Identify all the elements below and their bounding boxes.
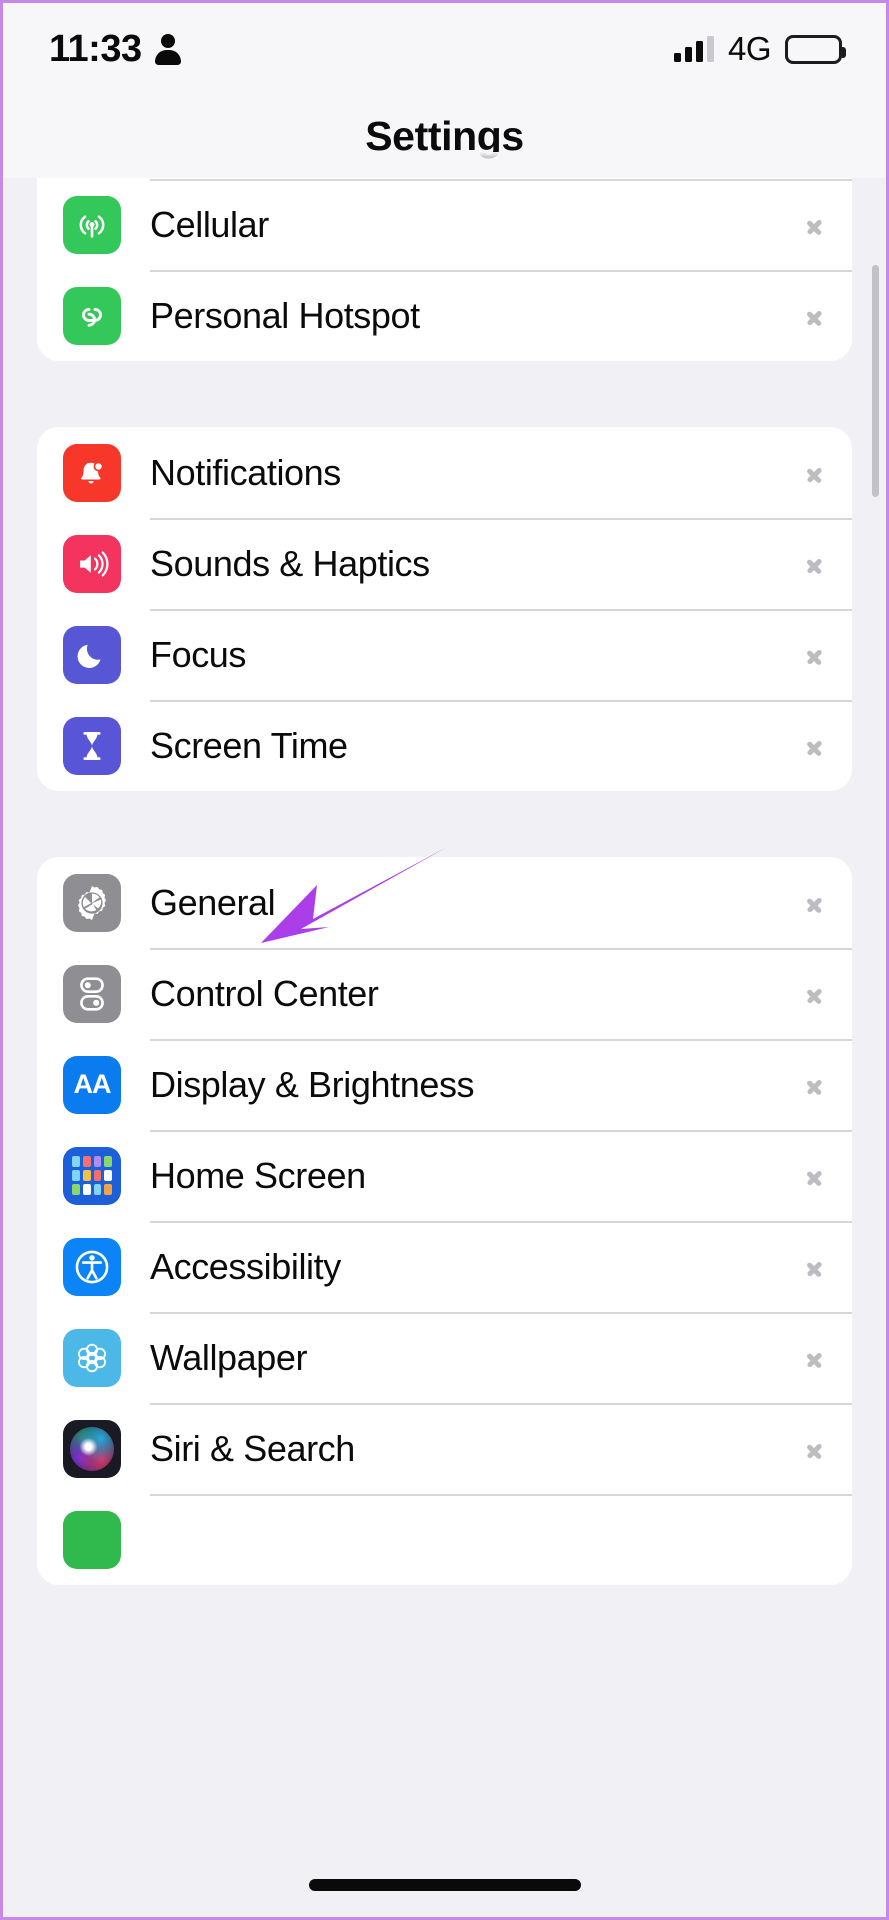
status-bar-clock: 11:33 bbox=[49, 28, 142, 70]
status-bar-right: 4G bbox=[673, 30, 846, 68]
settings-row-general[interactable]: General bbox=[37, 857, 852, 948]
app-grid-cell bbox=[104, 1169, 112, 1182]
settings-row-label: Personal Hotspot bbox=[150, 294, 420, 336]
settings-row-sounds-haptics[interactable]: Sounds & Haptics bbox=[37, 518, 852, 609]
settings-row-screen-time[interactable]: Screen Time bbox=[37, 700, 852, 791]
chevron-right-icon bbox=[806, 459, 822, 487]
control-center-icon bbox=[63, 964, 121, 1023]
chevron-right-icon bbox=[806, 550, 822, 578]
cellular-signal-icon bbox=[673, 36, 714, 62]
chevron-right-icon bbox=[806, 641, 822, 669]
settings-row-personal-hotspot[interactable]: Personal Hotspot bbox=[37, 270, 852, 361]
home-indicator bbox=[308, 1879, 581, 1891]
chevron-right-icon bbox=[806, 1435, 822, 1463]
app-grid-cell bbox=[93, 1184, 102, 1196]
settings-row-display-brightness[interactable]: AA Display & Brightness bbox=[37, 1039, 852, 1130]
settings-row-wallpaper[interactable]: Wallpaper bbox=[37, 1312, 852, 1403]
settings-row-label: Sounds & Haptics bbox=[150, 542, 430, 584]
chevron-right-icon bbox=[806, 302, 822, 330]
gear-icon bbox=[63, 873, 121, 932]
app-grid-cell bbox=[72, 1169, 80, 1182]
settings-row-label: Screen Time bbox=[150, 724, 348, 766]
settings-group-alerts: Notifications Sounds & Haptics Focus Scr… bbox=[37, 427, 852, 791]
chevron-right-icon bbox=[806, 889, 822, 917]
settings-row-home-screen[interactable]: Home Screen bbox=[37, 1130, 852, 1221]
app-grid-glyph bbox=[70, 1154, 114, 1198]
app-grid-cell bbox=[72, 1155, 80, 1167]
siri-orb-glyph bbox=[70, 1426, 114, 1471]
app-grid-cell bbox=[82, 1184, 91, 1196]
settings-row-notifications[interactable]: Notifications bbox=[37, 427, 852, 518]
iphone-settings-screen: 11:33 4G Settings Bluetooth Not Connect bbox=[0, 0, 889, 1920]
moon-icon bbox=[63, 625, 121, 684]
settings-row-label: Wallpaper bbox=[150, 1336, 308, 1378]
next-app-icon bbox=[63, 1510, 121, 1569]
settings-row-focus[interactable]: Focus bbox=[37, 609, 852, 700]
app-grid-cell bbox=[72, 1184, 80, 1196]
notifications-bell-icon bbox=[63, 443, 121, 502]
accessibility-icon bbox=[63, 1237, 121, 1296]
page-title: Settings bbox=[365, 113, 524, 159]
hourglass-icon bbox=[63, 716, 121, 775]
settings-row-label: Focus bbox=[150, 633, 247, 675]
chevron-right-icon bbox=[806, 980, 822, 1008]
chevron-right-icon bbox=[806, 732, 822, 760]
network-type-label: 4G bbox=[727, 30, 772, 67]
app-grid-cell bbox=[82, 1155, 91, 1167]
home-screen-icon bbox=[63, 1146, 121, 1205]
wallpaper-flower-icon bbox=[63, 1328, 121, 1387]
settings-row-label: General bbox=[150, 881, 276, 923]
chevron-right-icon bbox=[806, 1071, 822, 1099]
battery-icon bbox=[785, 34, 846, 64]
chevron-right-icon bbox=[806, 1162, 822, 1190]
status-bar: 11:33 4G bbox=[3, 3, 886, 95]
settings-row-label: Cellular bbox=[150, 203, 269, 245]
settings-row-label: Control Center bbox=[150, 972, 379, 1014]
personal-hotspot-icon bbox=[63, 286, 121, 345]
settings-row-siri-search[interactable]: Siri & Search bbox=[37, 1403, 852, 1494]
app-grid-cell bbox=[93, 1155, 102, 1167]
aa-glyph: AA bbox=[73, 1069, 112, 1099]
settings-row-label: Accessibility bbox=[150, 1245, 341, 1287]
speaker-icon bbox=[63, 534, 121, 593]
chevron-right-icon bbox=[806, 1344, 822, 1372]
siri-icon bbox=[63, 1419, 121, 1478]
settings-row-label: Notifications bbox=[150, 451, 341, 493]
settings-row-accessibility[interactable]: Accessibility bbox=[37, 1221, 852, 1312]
cellular-icon bbox=[63, 195, 121, 254]
settings-group-system: General Control Center AA Display & Brig… bbox=[37, 857, 852, 1585]
display-brightness-icon: AA bbox=[63, 1055, 121, 1114]
settings-scroll-view[interactable]: Bluetooth Not Connected Cellular bbox=[3, 3, 886, 1917]
settings-row-cellular[interactable]: Cellular bbox=[37, 179, 852, 270]
status-bar-left: 11:33 bbox=[49, 30, 181, 68]
app-grid-cell bbox=[104, 1184, 112, 1196]
person-icon bbox=[154, 34, 181, 65]
scrollbar-thumb[interactable] bbox=[872, 265, 879, 497]
settings-row-label: Siri & Search bbox=[150, 1427, 355, 1469]
settings-row-control-center[interactable]: Control Center bbox=[37, 948, 852, 1039]
app-grid-cell bbox=[82, 1169, 91, 1182]
chevron-right-icon bbox=[806, 211, 822, 239]
settings-row-label: Display & Brightness bbox=[150, 1063, 475, 1105]
app-grid-cell bbox=[104, 1155, 112, 1167]
settings-row-label: Home Screen bbox=[150, 1154, 366, 1196]
chevron-right-icon bbox=[806, 1253, 822, 1281]
navigation-bar: Settings bbox=[3, 95, 886, 178]
settings-row-partial-next[interactable] bbox=[37, 1494, 852, 1585]
app-grid-cell bbox=[93, 1169, 102, 1182]
